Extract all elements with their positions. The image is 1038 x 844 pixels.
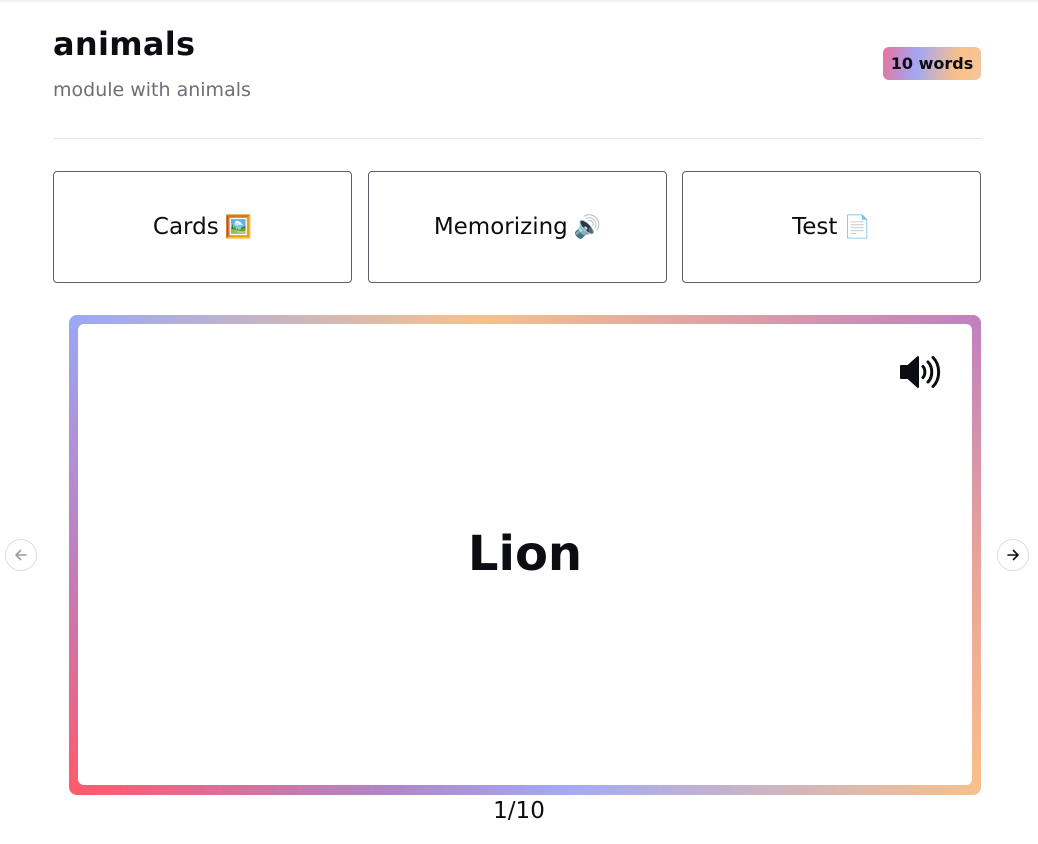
memorizing-mode-button[interactable]: Memorizing 🔊 <box>368 171 667 283</box>
card-word: Lion <box>467 526 583 582</box>
test-mode-label: Test <box>792 214 838 240</box>
module-description: module with animals <box>53 79 251 101</box>
next-card-button[interactable] <box>997 539 1029 571</box>
top-bar-shadow <box>0 0 1038 4</box>
document-icon: 📄 <box>843 214 871 240</box>
module-title: animals <box>53 25 196 63</box>
cards-mode-button[interactable]: Cards 🖼️ <box>53 171 352 283</box>
header-divider <box>53 138 982 139</box>
picture-icon: 🖼️ <box>224 214 253 240</box>
arrow-right-icon <box>1007 549 1019 561</box>
word-count-badge: 10 words <box>883 47 981 80</box>
mode-selector: Cards 🖼️ Memorizing 🔊 Test 📄 <box>53 171 982 283</box>
card-position-counter: 1/10 <box>493 798 545 824</box>
cards-mode-label: Cards <box>152 214 219 240</box>
test-mode-button[interactable]: Test 📄 <box>682 171 981 283</box>
flashcard-frame: Lion <box>69 315 981 795</box>
flashcard[interactable]: Lion <box>78 324 972 785</box>
speaker-icon: 🔊 <box>573 214 602 240</box>
memorizing-mode-label: Memorizing <box>433 214 568 240</box>
speaker-volume-icon[interactable] <box>898 354 942 390</box>
previous-card-button[interactable] <box>5 539 37 571</box>
module-header: animals module with animals 10 words <box>53 22 982 122</box>
arrow-left-icon <box>15 549 27 561</box>
